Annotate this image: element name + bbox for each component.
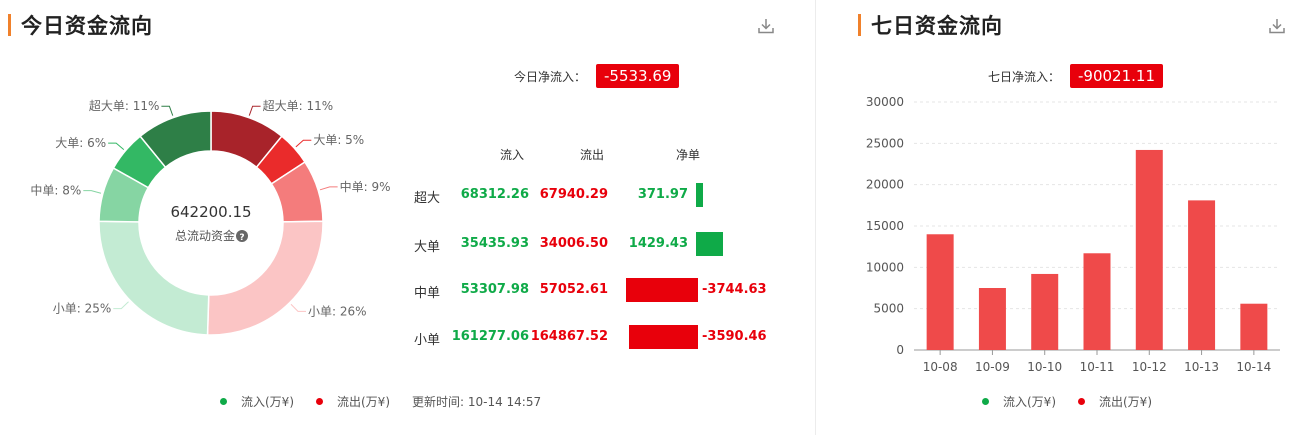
donut-slice-label: 小单: 25% — [53, 302, 112, 316]
bar[interactable] — [1240, 303, 1268, 350]
net-bar — [626, 278, 698, 302]
seven-day-net-label: 七日净流入： — [988, 69, 1061, 84]
donut-leader-line — [83, 190, 102, 194]
table-row: 小单 161277.06 164867.52 -3590.46 — [408, 325, 768, 349]
y-tick-label: 15000 — [866, 219, 904, 233]
title-accent-bar — [8, 14, 11, 36]
row-net: 1429.43 — [628, 236, 688, 251]
legend-inflow[interactable]: 流入(万¥) — [982, 393, 1056, 410]
donut-slice-label: 超大单: 11% — [263, 98, 334, 113]
x-tick-label: 10-14 — [1236, 360, 1271, 374]
help-icon[interactable]: ? — [236, 230, 248, 243]
today-title: 今日资金流向 — [8, 12, 153, 38]
legend-inflow-label: 流入(万¥) — [1003, 395, 1056, 409]
row-out: 67940.29 — [539, 187, 608, 202]
donut-leader-line — [108, 142, 125, 150]
seven-day-net-inflow: 七日净流入： -90021.11 — [988, 64, 1164, 88]
y-tick-label: 30000 — [866, 95, 904, 109]
header-net: 净单 — [676, 148, 701, 162]
table-row: 大单 35435.93 34006.50 1429.43 — [408, 232, 768, 256]
today-title-text: 今日资金流向 — [21, 14, 153, 38]
x-tick-label: 10-09 — [975, 360, 1010, 374]
bar[interactable] — [926, 234, 954, 350]
row-in: 161277.06 — [451, 329, 529, 344]
row-net: -3590.46 — [702, 329, 767, 344]
today-net-label: 今日净流入： — [514, 69, 587, 84]
header-out: 流出 — [580, 148, 605, 162]
donut-total-value: 642200.15 — [170, 203, 251, 221]
bar[interactable] — [1083, 253, 1111, 350]
legend-outflow[interactable]: 流出(万¥) — [1078, 393, 1152, 410]
legend-inflow[interactable]: 流入(万¥) — [220, 393, 294, 410]
donut-slice-label: 小单: 26% — [308, 304, 367, 318]
donut-slice-label: 中单: 8% — [30, 183, 81, 198]
y-tick-label: 0 — [896, 343, 904, 357]
table-row: 超大 68312.26 67940.29 371.97 — [408, 183, 768, 207]
update-time: 更新时间: 10-14 14:57 — [412, 395, 542, 409]
title-accent-bar — [858, 14, 861, 36]
legend-outflow[interactable]: 流出(万¥) — [316, 393, 390, 410]
x-tick-label: 10-08 — [923, 360, 958, 374]
legend-outflow-dot — [316, 398, 323, 405]
donut-leader-line — [248, 105, 261, 116]
legend-outflow-label: 流出(万¥) — [1099, 395, 1152, 409]
net-bar — [696, 183, 704, 207]
today-legend: 流入(万¥) 流出(万¥) 更新时间: 10-14 14:57 — [220, 393, 541, 410]
donut-leader-line — [290, 303, 306, 312]
row-in: 68312.26 — [460, 187, 529, 202]
donut-slice-label: 大单: 5% — [313, 133, 364, 147]
seven-day-title-text: 七日资金流向 — [871, 14, 1003, 38]
donut-leader-line — [319, 186, 338, 191]
x-tick-label: 10-13 — [1184, 360, 1219, 374]
net-bar — [628, 325, 698, 349]
header-in: 流入 — [500, 148, 525, 162]
panel-divider — [815, 0, 816, 435]
download-icon[interactable] — [1267, 16, 1287, 36]
y-tick-label: 10000 — [866, 260, 904, 274]
donut-total-label: 总流动资金 — [175, 228, 235, 243]
y-tick-label: 5000 — [873, 302, 904, 316]
today-net-value: -5533.69 — [596, 64, 680, 88]
donut-leader-line — [161, 105, 174, 116]
today-net-inflow: 今日净流入： -5533.69 — [514, 64, 680, 88]
legend-inflow-dot — [220, 398, 227, 405]
donut-slice-label: 大单: 6% — [55, 136, 106, 150]
today-fund-flow-panel: 今日资金流向 今日净流入： -5533.69 超大单: 11% 大单: 5% 中单:… — [0, 0, 800, 435]
row-out: 34006.50 — [539, 236, 608, 251]
svg-text:?: ? — [239, 233, 244, 243]
bar[interactable] — [1031, 273, 1059, 350]
donut-slice-label: 中单: 9% — [340, 179, 391, 194]
x-tick-label: 10-10 — [1027, 360, 1062, 374]
net-bar — [696, 232, 724, 256]
legend-outflow-dot — [1078, 398, 1085, 405]
row-net: 371.97 — [637, 187, 688, 202]
table-row: 中单 53307.98 57052.61 -3744.63 — [408, 278, 768, 302]
download-icon[interactable] — [756, 16, 776, 36]
bar[interactable] — [978, 288, 1006, 350]
seven-day-bar-chart: 0 5000 10000 15000 20000 25000 30000 10-08 10-0… — [866, 95, 1280, 374]
x-tick-label: 10-11 — [1080, 360, 1115, 374]
seven-day-legend: 流入(万¥) 流出(万¥) — [982, 393, 1174, 410]
x-tick-label: 10-12 — [1132, 360, 1167, 374]
bar[interactable] — [1188, 200, 1216, 350]
legend-inflow-dot — [982, 398, 989, 405]
row-in: 53307.98 — [460, 282, 529, 297]
legend-inflow-label: 流入(万¥) — [241, 395, 294, 409]
row-out: 57052.61 — [539, 282, 608, 297]
legend-outflow-label: 流出(万¥) — [337, 395, 390, 409]
row-net: -3744.63 — [702, 282, 767, 297]
donut-leader-line — [113, 301, 129, 310]
seven-day-title: 七日资金流向 — [858, 12, 1003, 38]
donut-leader-line — [295, 139, 312, 148]
donut-slice-label: 超大单: 11% — [89, 98, 160, 113]
y-tick-label: 25000 — [866, 136, 904, 150]
row-in: 35435.93 — [460, 236, 529, 251]
flow-table: 流入 流出 净单 超大 68312.26 67940.29 371.97 大单 … — [408, 140, 768, 360]
y-tick-label: 20000 — [866, 178, 904, 192]
seven-day-fund-flow-panel: 七日资金流向 七日净流入： -90021.11 0 5000 10000 15000 2… — [830, 0, 1306, 435]
bar[interactable] — [1135, 149, 1163, 350]
row-out: 164867.52 — [530, 329, 608, 344]
seven-day-net-value: -90021.11 — [1070, 64, 1164, 88]
fund-flow-donut-chart: 超大单: 11% 大单: 5% 中单: 9% 小单: 26% 小单: 25% 中单: 8%… — [30, 98, 391, 336]
